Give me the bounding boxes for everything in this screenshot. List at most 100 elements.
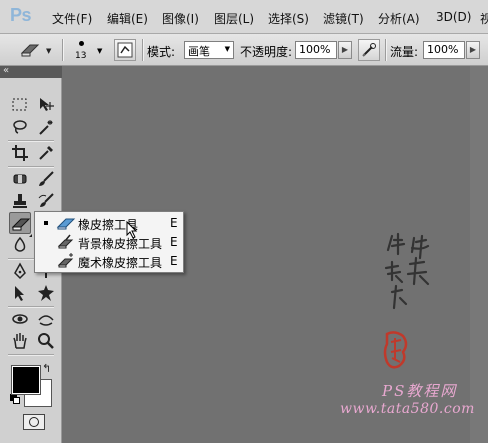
3d-rotate-tool[interactable] [9,308,31,330]
mode-select[interactable]: 画笔 ▼ [184,41,234,59]
eyedropper-tool[interactable] [35,142,57,164]
calligraphy-signature [382,228,452,318]
menu-view[interactable]: 视 [480,10,488,27]
zoom-icon [38,333,54,349]
eyedropper-icon [39,146,53,160]
marquee-icon [12,98,27,111]
chevron-down-icon: ▼ [224,45,230,53]
quick-mask-icon [29,417,39,427]
tool-preset-picker[interactable]: ▼ [14,39,56,61]
eraser-icon [20,42,40,61]
eraser-tool-flyout: 橡皮擦工具 E 背景橡皮擦工具 E 魔术橡皮擦工具 E [34,211,184,273]
airbrush-icon [361,42,377,61]
brush-panel-toggle[interactable] [114,39,136,61]
flow-slider-button[interactable]: ▶ [466,41,480,59]
magic-wand-tool[interactable] [35,116,57,138]
panel-dock-strip [470,66,488,443]
crop-icon [12,145,28,161]
menu-analysis[interactable]: 分析(A) [378,10,420,27]
history-brush-tool[interactable] [35,190,57,212]
menu-layer[interactable]: 图层(L) [214,10,254,27]
pen-icon [14,262,26,280]
watermark-site-name: PS教程网 [382,382,458,400]
background-eraser-icon [56,234,76,253]
pressure-opacity-button[interactable] [358,39,380,61]
menu-bar: Ps 文件(F) 编辑(E) 图像(I) 图层(L) 选择(S) 滤镜(T) 分… [0,0,488,34]
mouse-cursor-icon [126,220,138,242]
flow-label: 流量: [390,45,419,59]
triangle-right-icon: ▶ [341,45,349,54]
menu-image[interactable]: 图像(I) [162,10,199,27]
mode-label: 模式: [147,45,176,59]
triangle-right-icon: ▶ [469,45,477,54]
brush-icon [39,171,54,186]
flyout-item-label: 魔术橡皮擦工具 [78,256,163,270]
magic-eraser-icon [56,253,76,272]
clone-stamp-icon [13,194,27,208]
quick-mask-button[interactable] [23,414,45,430]
hand-icon [13,333,27,349]
selected-bullet-icon [44,221,48,225]
swap-colors-icon[interactable]: ↰ [42,362,51,375]
lasso-icon [13,120,27,134]
opacity-slider-button[interactable]: ▶ [338,41,352,59]
flyout-item-shortcut: E [170,216,178,230]
blur-icon [14,236,26,252]
brush-tool[interactable] [35,168,57,190]
eraser-tool[interactable] [9,212,31,234]
shape-icon [38,285,54,301]
options-bar: ▼ 13 ▼ 模式: 画笔 ▼ 不透明度: 100% ▶ 流量: 100% ▶ [0,34,488,66]
flyout-item-label: 背景橡皮擦工具 [78,237,163,251]
eraser-icon [12,218,30,231]
history-brush-icon [38,193,54,207]
red-seal-stamp [383,330,409,370]
healing-brush-icon [13,174,27,184]
app-logo: Ps [10,5,32,25]
path-selection-tool[interactable] [9,282,31,304]
flyout-item-shortcut: E [170,254,178,268]
hand-tool[interactable] [9,330,31,352]
path-selection-icon [15,286,24,301]
brush-size: 13 [75,51,87,61]
move-tool[interactable] [35,94,57,116]
flow-field[interactable]: 100% [423,41,465,59]
3d-rotate-icon [12,314,28,324]
watermark-site-url: www.tata580.com [340,401,475,417]
tool-group-indicator [29,234,32,237]
default-colors-icon[interactable] [10,394,20,404]
opacity-field[interactable]: 100% [295,41,337,59]
clone-stamp-tool[interactable] [9,190,31,212]
brush-picker[interactable]: 13 ▼ [70,36,106,64]
pen-tool[interactable] [9,260,31,282]
crop-tool[interactable] [9,142,31,164]
lasso-tool[interactable] [9,116,31,138]
eraser-icon [56,215,76,234]
move-icon [40,98,54,111]
mode-value: 画笔 [188,45,210,58]
flyout-item-eraser[interactable]: 橡皮擦工具 E [35,214,183,233]
marquee-tool[interactable] [9,94,31,116]
menu-3d[interactable]: 3D(D) [436,10,471,24]
brush-tip-icon [79,41,84,46]
flyout-item-background-eraser[interactable]: 背景橡皮擦工具 E [35,233,183,252]
zoom-tool[interactable] [35,330,57,352]
chevron-down-icon: ▼ [97,47,103,55]
chevron-down-icon: ▼ [46,47,52,55]
foreground-color-swatch[interactable] [11,365,41,395]
menu-file[interactable]: 文件(F) [52,10,92,27]
magic-wand-icon [39,120,53,135]
3d-orbit-icon [38,315,54,326]
healing-brush-tool[interactable] [9,168,31,190]
tools-panel-header[interactable]: « [0,65,62,78]
brush-panel-icon [117,42,133,61]
blur-tool[interactable] [9,234,31,256]
menu-edit[interactable]: 编辑(E) [107,10,148,27]
menu-filter[interactable]: 滤镜(T) [323,10,364,27]
opacity-label: 不透明度: [240,45,293,59]
shape-tool[interactable] [35,282,57,304]
menu-select[interactable]: 选择(S) [268,10,309,27]
collapse-icon[interactable]: « [3,65,9,76]
3d-orbit-tool[interactable] [35,308,57,330]
flyout-item-magic-eraser[interactable]: 魔术橡皮擦工具 E [35,252,183,271]
flyout-item-shortcut: E [170,235,178,249]
